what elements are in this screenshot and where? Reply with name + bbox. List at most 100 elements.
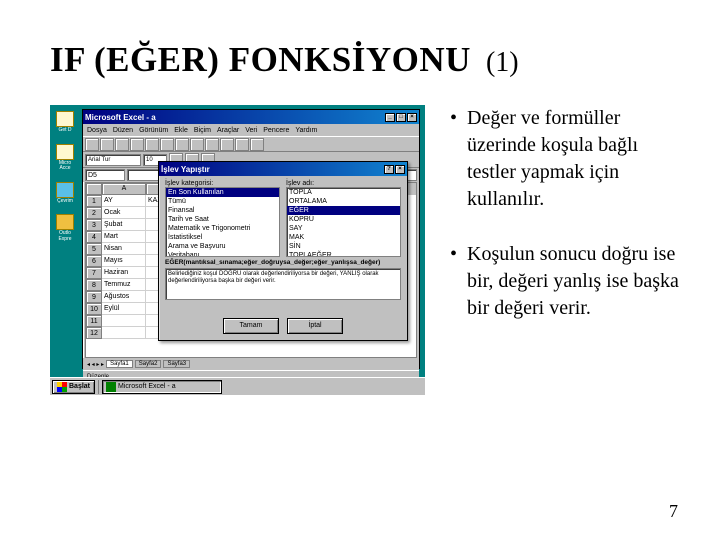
minimize-icon[interactable]: _ — [385, 113, 395, 122]
row-header[interactable]: 7 — [86, 267, 102, 279]
desktop-icon[interactable]: Çevrim — [54, 182, 76, 205]
cell[interactable]: Ağustos — [102, 291, 146, 303]
row-header[interactable]: 11 — [86, 315, 102, 327]
toolbar-button[interactable] — [160, 138, 174, 151]
toolbar-button[interactable] — [190, 138, 204, 151]
row-header[interactable]: 2 — [86, 207, 102, 219]
name-box[interactable]: D5 — [85, 169, 125, 181]
sheet-tab[interactable]: Sayfa3 — [163, 360, 190, 368]
close-icon[interactable]: × — [395, 165, 405, 174]
toolbar-button[interactable] — [85, 138, 99, 151]
sheet-tab[interactable]: Sayfa1 — [106, 360, 133, 368]
category-listbox[interactable]: En Son KullanılanTümüFinansalTarih ve Sa… — [165, 187, 280, 257]
row-header[interactable]: 3 — [86, 219, 102, 231]
list-item[interactable]: En Son Kullanılan — [166, 188, 279, 197]
dialog-title: İşlev Yapıştır — [161, 165, 210, 174]
list-item[interactable]: TOPLA — [287, 188, 400, 197]
desktop-icon[interactable]: MicroAcce — [54, 144, 76, 172]
list-item[interactable]: EĞER — [287, 206, 400, 215]
maximize-icon[interactable]: □ — [396, 113, 406, 122]
cell[interactable]: Mart — [102, 231, 146, 243]
sheet-tab[interactable]: Sayfa2 — [135, 360, 162, 368]
windows-icon — [57, 382, 67, 392]
slide: IF (EĞER) FONKSİYONU (1) Get D MicroAcce… — [0, 0, 720, 540]
desktop-icon[interactable]: OutloExpre — [54, 214, 76, 242]
menu-item[interactable]: Yardım — [295, 127, 317, 134]
cell[interactable]: Eylül — [102, 303, 146, 315]
list-item[interactable]: Veritabanı — [166, 251, 279, 257]
toolbar-button[interactable] — [130, 138, 144, 151]
cell[interactable]: Haziran — [102, 267, 146, 279]
slide-title-number: (1) — [486, 47, 519, 79]
category-label: İşlev kategorisi: — [165, 180, 280, 187]
list-item[interactable]: Matematik ve Trigonometri — [166, 224, 279, 233]
row-header[interactable]: 4 — [86, 231, 102, 243]
menu-item[interactable]: Araçlar — [217, 127, 239, 134]
menu-item[interactable]: Veri — [245, 127, 257, 134]
row-header[interactable]: 12 — [86, 327, 102, 339]
row-header[interactable]: 6 — [86, 255, 102, 267]
dialog-titlebar[interactable]: İşlev Yapıştır ? × — [159, 162, 407, 176]
taskbar-task[interactable]: Microsoft Excel - a — [102, 380, 222, 394]
function-listbox[interactable]: TOPLAORTALAMAEĞERKÖPRÜSAYMAKSİNTOPLAEĞER… — [286, 187, 401, 257]
description-box: Belirlediğiniz koşul DOĞRU olarak değerl… — [165, 268, 401, 300]
cell[interactable]: Nisan — [102, 243, 146, 255]
toolbar-button[interactable] — [175, 138, 189, 151]
list-item[interactable]: Tümü — [166, 197, 279, 206]
cell[interactable]: Ocak — [102, 207, 146, 219]
excel-titlebar[interactable]: Microsoft Excel - a _ □ × — [83, 110, 419, 124]
close-icon[interactable]: × — [407, 113, 417, 122]
list-item[interactable]: Finansal — [166, 206, 279, 215]
toolbar-button[interactable] — [250, 138, 264, 151]
cell[interactable]: AY — [102, 195, 146, 207]
toolbar-button[interactable] — [145, 138, 159, 151]
cancel-button[interactable]: İptal — [287, 318, 343, 334]
toolbar-button[interactable] — [205, 138, 219, 151]
list-item[interactable]: Tarih ve Saat — [166, 215, 279, 224]
menu-item[interactable]: Biçim — [194, 127, 211, 134]
excel-toolbar — [83, 136, 419, 152]
cell[interactable] — [102, 327, 146, 339]
syntax-text: EĞER(mantıksal_sınama;eğer_doğruysa_değe… — [165, 259, 401, 266]
toolbar-button[interactable] — [235, 138, 249, 151]
list-item[interactable]: MAK — [287, 233, 400, 242]
toolbar-button[interactable] — [100, 138, 114, 151]
slide-title: IF (EĞER) FONKSİYONU — [50, 40, 471, 80]
cell[interactable]: Şubat — [102, 219, 146, 231]
row-header[interactable]: 1 — [86, 195, 102, 207]
list-item[interactable]: TOPLAEĞER — [287, 251, 400, 257]
menu-item[interactable]: Ekle — [174, 127, 188, 134]
cell[interactable]: Temmuz — [102, 279, 146, 291]
excel-menubar: Dosya Düzen Görünüm Ekle Biçim Araçlar V… — [83, 124, 419, 136]
taskbar: Başlat Microsoft Excel - a — [50, 377, 425, 395]
list-item[interactable]: ORTALAMA — [287, 197, 400, 206]
row-header[interactable]: 9 — [86, 291, 102, 303]
menu-item[interactable]: Düzen — [113, 127, 133, 134]
list-item[interactable]: SAY — [287, 224, 400, 233]
list-item[interactable]: SİN — [287, 242, 400, 251]
menu-item[interactable]: Pencere — [263, 127, 289, 134]
list-item[interactable]: KÖPRÜ — [287, 215, 400, 224]
font-combo[interactable]: Arial Tur — [85, 154, 141, 166]
excel-icon — [106, 382, 116, 392]
row-header[interactable]: 10 — [86, 303, 102, 315]
desktop-icon[interactable]: Get D — [54, 111, 76, 134]
list-item[interactable]: Arama ve Başvuru — [166, 242, 279, 251]
ok-button[interactable]: Tamam — [223, 318, 279, 334]
menu-item[interactable]: Dosya — [87, 127, 107, 134]
page-number: 7 — [669, 501, 678, 522]
help-icon[interactable]: ? — [384, 165, 394, 174]
cell[interactable]: Mayıs — [102, 255, 146, 267]
sheet-tabs: ◂ ◂ ▸ ▸ Sayfa1 Sayfa2 Sayfa3 — [83, 358, 419, 370]
cell[interactable] — [102, 315, 146, 327]
row-header[interactable]: 5 — [86, 243, 102, 255]
row-header[interactable]: 8 — [86, 279, 102, 291]
col-header[interactable]: A — [102, 183, 146, 195]
toolbar-button[interactable] — [220, 138, 234, 151]
toolbar-button[interactable] — [115, 138, 129, 151]
start-button[interactable]: Başlat — [52, 380, 95, 394]
embedded-screenshot: Get D MicroAcce Çevrim OutloExpre Micros… — [50, 105, 425, 395]
list-item[interactable]: İstatistiksel — [166, 233, 279, 242]
select-all[interactable] — [86, 183, 102, 195]
menu-item[interactable]: Görünüm — [139, 127, 168, 134]
